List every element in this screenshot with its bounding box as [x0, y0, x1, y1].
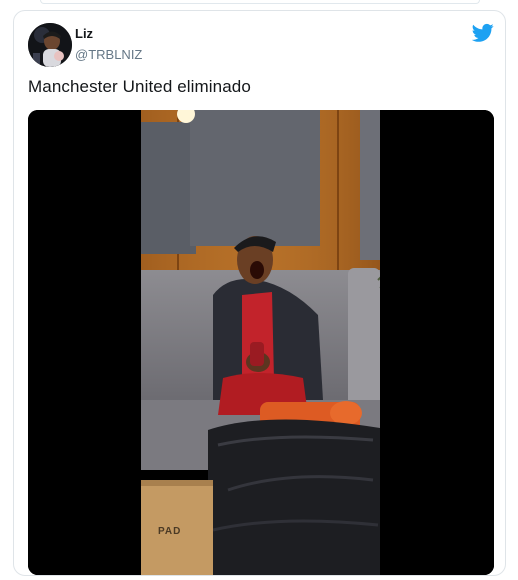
- author-name[interactable]: Liz: [75, 26, 93, 41]
- video-frame: PAD: [141, 110, 391, 575]
- twitter-bird-icon[interactable]: [471, 23, 494, 43]
- previous-card-edge: [0, 0, 518, 10]
- avatar[interactable]: [28, 23, 72, 67]
- tweet-card[interactable]: Liz @TRBLNIZ Manchester United eliminado: [13, 10, 506, 576]
- video-still: PAD: [28, 110, 494, 575]
- author-handle[interactable]: @TRBLNIZ: [75, 47, 142, 62]
- avatar-image: [28, 23, 72, 67]
- tweet-text: Manchester United eliminado: [28, 77, 251, 96]
- box-text: PAD: [158, 526, 181, 537]
- divider: [40, 0, 480, 4]
- tweet-media[interactable]: PAD: [28, 110, 494, 575]
